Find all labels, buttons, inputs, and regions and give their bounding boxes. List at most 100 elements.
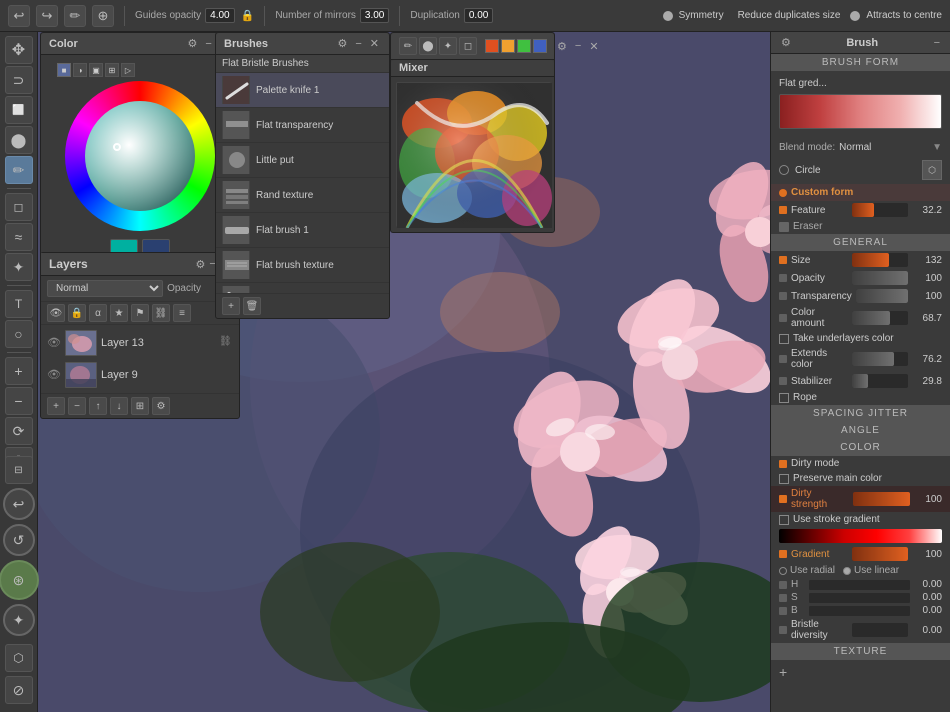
color-wheel-button[interactable]: ⊛ [0,560,39,600]
color-mode-btn2[interactable]: ◑ [73,63,87,77]
layer-item[interactable]: 👁 Layer 13 ⛓ [41,327,239,359]
use-radial-option[interactable]: Use radial [779,565,835,576]
zoom-in-button[interactable]: + [5,357,33,385]
brush-item[interactable]: Rand texture [216,178,389,213]
rotate-canvas-button[interactable]: ↺ [3,524,35,556]
take-underlayers-checkbox[interactable] [779,334,789,344]
b-bar[interactable] [809,606,910,616]
mixer-fill-btn[interactable]: ⬤ [419,37,437,55]
move-tool-button[interactable]: ✥ [5,36,33,64]
brush-item[interactable]: Flat brush 1 [216,213,389,248]
mixer-close-button[interactable]: ✕ [587,40,600,53]
layer-flag-btn[interactable]: ⚑ [131,304,149,322]
layer-link-btn[interactable]: ⛓ [152,304,170,322]
layer-eye-icon2[interactable]: 👁 [47,368,61,382]
bristle-bar[interactable] [852,623,909,637]
mixer-canvas[interactable] [396,82,551,227]
mixer-swatch3[interactable] [517,39,531,53]
lasso-tool-button[interactable]: ⊃ [5,66,33,94]
brushes-close-button[interactable]: ✕ [368,37,381,50]
h-bar[interactable] [809,580,910,590]
feature-bar[interactable] [852,203,909,217]
mixer-swatch1[interactable] [485,39,499,53]
gradient-bar-container[interactable] [852,547,909,561]
extends-color-bar[interactable] [852,352,909,366]
add-brush-button[interactable]: + [222,297,240,315]
undo-button[interactable]: ↩ [8,5,30,27]
undo-circle-button[interactable]: ↩ [3,488,35,520]
color-mode-btn3[interactable]: ▣ [89,63,103,77]
layer-up-button[interactable]: ↑ [89,397,107,415]
symmetry-tool-button[interactable]: ⊕ [92,5,114,27]
layer-eye-btn[interactable]: 👁 [47,304,65,322]
brush-item[interactable]: Flat brush texture [216,248,389,283]
add-layer-button[interactable]: + [47,397,65,415]
brush-item[interactable]: Flat transparency [216,108,389,143]
delete-brush-button[interactable]: 🗑 [243,297,261,315]
layer-alpha-btn[interactable]: α [89,304,107,322]
brush-item[interactable]: Palette knife 1 [216,73,389,108]
eyedropper-button[interactable]: ✦ [3,604,35,636]
color-wheel[interactable] [65,81,215,231]
redo-button[interactable]: ↪ [36,5,58,27]
brushes-settings-button[interactable]: ⚙ [335,37,349,50]
brush-settings-gear[interactable]: ⚙ [779,36,793,49]
color-settings-button[interactable]: ⚙ [185,37,199,50]
guides-opacity-value[interactable]: 4.00 [205,8,234,23]
layer-sort-btn[interactable]: ≡ [173,304,191,322]
transform-button[interactable]: ⬜ [5,96,33,124]
mixer-brush-btn[interactable]: ✏ [399,37,417,55]
mixer-swatch4[interactable] [533,39,547,53]
layers-settings-button[interactable]: ⚙ [193,258,207,271]
size-bar[interactable] [852,253,909,267]
layer-eye-icon[interactable]: 👁 [47,336,61,350]
s-bar[interactable] [809,593,910,603]
color-mode-btn5[interactable]: ▷ [121,63,135,77]
text-button[interactable]: T [5,290,33,318]
smudge-button[interactable]: ≈ [5,223,33,251]
paint-bucket-button[interactable]: ⬤ [5,126,33,154]
add-texture-button[interactable]: + [779,664,787,680]
preserve-main-checkbox[interactable] [779,474,789,484]
color-minimize-button[interactable]: − [203,38,213,50]
color-mode-btn4[interactable]: ⊞ [105,63,119,77]
layer-item[interactable]: 👁 Layer 9 [41,359,239,391]
mixer-minimize-button[interactable]: − [573,40,583,52]
airbrush-button[interactable]: ⊘ [5,676,33,704]
stroke-gradient-checkbox[interactable] [779,515,789,525]
use-linear-option[interactable]: Use linear [843,565,899,576]
layer-lock-btn[interactable]: 🔒 [68,304,86,322]
lock-icon[interactable]: 🔒 [241,9,255,22]
layers-toggle-button[interactable]: ⊟ [5,456,33,484]
stabilizer-bar[interactable] [852,374,909,388]
brush-tool-button[interactable]: ✏ [64,5,86,27]
eraser-button[interactable]: ◻ [5,193,33,221]
layer-settings-button[interactable]: ⚙ [152,397,170,415]
duplication-value[interactable]: 0.00 [464,8,493,23]
color-amount-bar[interactable] [852,311,909,325]
transparency-bar[interactable] [856,289,908,303]
delete-layer-button[interactable]: − [68,397,86,415]
mirrors-value[interactable]: 3.00 [360,8,389,23]
hex-pattern-button[interactable]: ⬡ [922,160,942,180]
layer-down-button[interactable]: ↓ [110,397,128,415]
dirty-strength-bar[interactable] [853,492,911,506]
brushes-minimize-button[interactable]: − [353,38,363,50]
mixer-eraser-btn[interactable]: ◻ [459,37,477,55]
brush-settings-minimize[interactable]: − [932,37,942,49]
brush-item[interactable]: Flat brush directi... [216,283,389,293]
stamp-button[interactable]: ⬡ [5,644,33,672]
blend-mode-arrow[interactable]: ▼ [932,142,942,153]
mixer-swatch2[interactable] [501,39,515,53]
blend-mode-select[interactable]: Normal Multiply Screen [47,280,163,297]
zoom-out-button[interactable]: − [5,387,33,415]
layer-link-icon[interactable]: ⛓ [219,336,233,350]
brush-item[interactable]: Little put [216,143,389,178]
brush-button[interactable]: ✏ [5,156,33,184]
merge-layers-button[interactable]: ⊞ [131,397,149,415]
layer-star-btn[interactable]: ★ [110,304,128,322]
opacity-bar[interactable] [852,271,909,285]
rope-checkbox[interactable] [779,393,789,403]
circle-radio[interactable] [779,165,789,175]
rotate-button[interactable]: ⟳ [5,417,33,445]
